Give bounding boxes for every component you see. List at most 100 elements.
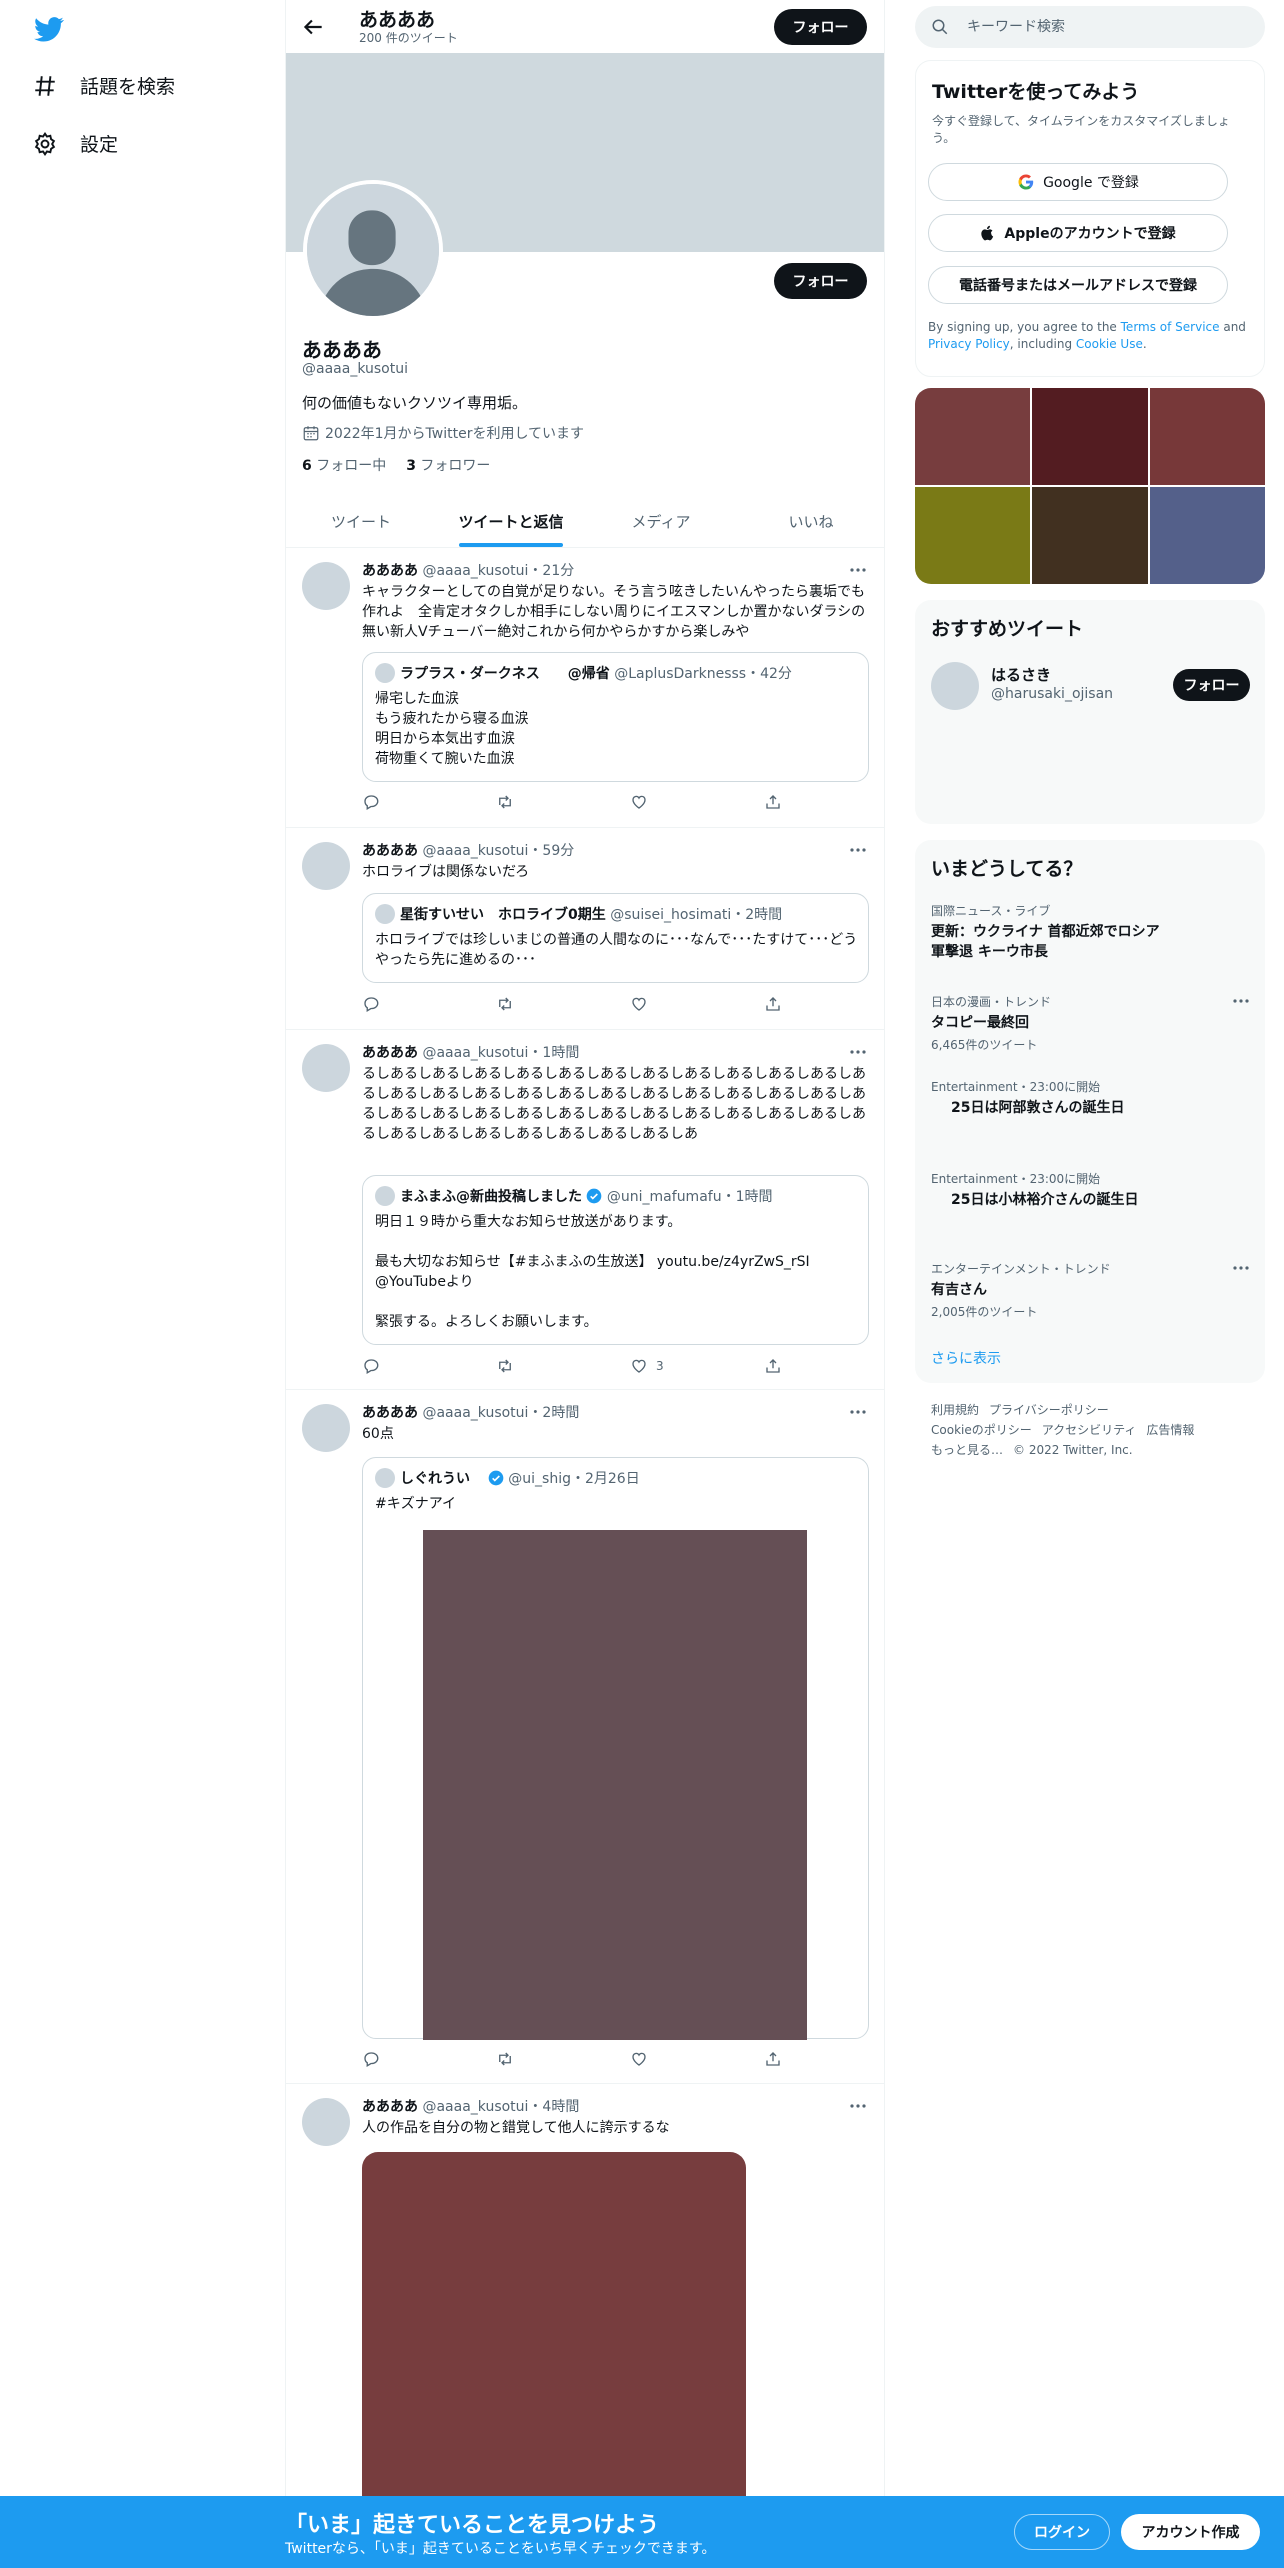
tab-tweets[interactable]: ツイート [286,496,436,547]
tweet-avatar[interactable] [302,1044,350,1092]
tab-tweets-and-replies[interactable]: ツイートと返信 [436,496,586,547]
google-signup-button[interactable]: Google で登録 [928,163,1228,201]
create-account-button[interactable]: アカウント作成 [1121,2514,1260,2550]
media-thumbnail[interactable] [1032,388,1148,485]
more-icon[interactable] [1231,1258,1251,1278]
login-button[interactable]: ログイン [1014,2514,1110,2550]
tab-media[interactable]: メディア [586,496,736,547]
tweet-author-name[interactable]: ああああ [362,1405,418,1421]
tweet-actions [362,995,792,1015]
footer-link[interactable]: もっと見る… [931,1443,1003,1457]
more-icon[interactable] [848,1042,868,1062]
nav-settings-label: 設定 [80,134,119,156]
tab-likes[interactable]: いいね [736,496,884,547]
footer-link[interactable]: 利用規約 [931,1403,979,1417]
show-more-link[interactable]: さらに表示 [931,1348,1001,1368]
quoted-tweet[interactable]: しぐれうい @ui_shig・2月26日 #キズナアイ [362,1457,869,2040]
media-thumbnail[interactable] [915,487,1031,584]
media-thumbnail[interactable] [1149,487,1265,584]
legal-and: and [1219,320,1246,334]
like-button[interactable] [630,995,656,1013]
reply-button[interactable] [362,793,380,811]
reply-button[interactable] [362,2050,380,2068]
recommended-follow-button[interactable]: フォロー [1173,669,1250,701]
more-icon[interactable] [1231,991,1251,1011]
trend-item[interactable]: 日本の漫画・トレンド タコピー最終回 6,465件のツイート [931,993,1251,1053]
media-thumbnail[interactable] [1032,487,1148,584]
search-box[interactable] [915,6,1265,48]
trend-item[interactable]: 国際ニュース・ライブ 更新：ウクライナ 首都近郊でロシア軍撃退 キーウ市長 [931,902,1251,962]
retweet-button[interactable] [496,793,514,811]
recommended-avatar[interactable] [931,662,979,710]
phone-email-signup-button[interactable]: 電話番号またはメールアドレスで登録 [928,266,1228,304]
apple-signup-button[interactable]: Appleのアカウントで登録 [928,214,1228,252]
header-follow-button[interactable]: フォロー [774,9,867,45]
quoted-tweet[interactable]: ラプラス・ダークネス @帰省 @LaplusDarknesss・42分 帰宅した… [362,652,869,782]
profile-follow-button[interactable]: フォロー [774,263,867,299]
reply-button[interactable] [362,995,380,1013]
recommended-name[interactable]: はるさき [991,664,1051,685]
trend-item[interactable]: Entertainment・23:00に開始 25日は小林裕介さんの誕生日 [931,1170,1251,1210]
like-button[interactable] [630,2050,656,2068]
search-input[interactable] [967,19,1227,35]
like-button[interactable] [630,793,656,811]
tweet-author-name[interactable]: ああああ [362,1045,418,1061]
more-icon[interactable] [848,2096,868,2116]
share-button[interactable] [764,793,782,811]
tweet-avatar[interactable] [302,562,350,610]
retweet-button[interactable] [496,995,514,1013]
quote-avatar [375,1186,395,1206]
share-button[interactable] [764,995,782,1013]
footer-link[interactable]: プライバシーポリシー [989,1403,1109,1417]
more-icon[interactable] [848,840,868,860]
privacy-link[interactable]: Privacy Policy [928,337,1010,351]
media-thumbnail[interactable] [915,388,1031,485]
tweet-item[interactable]: ああああ @aaaa_kusotui・2時間 60点 しぐれうい @ui_shi… [286,1390,884,2084]
twitter-logo-icon[interactable] [32,14,66,44]
tweet-avatar[interactable] [302,842,350,890]
tweet-avatar[interactable] [302,2098,350,2146]
back-arrow-icon[interactable] [300,14,326,40]
retweet-icon [499,1359,511,1373]
tweet-author-name[interactable]: ああああ [362,843,418,859]
footer-link[interactable]: アクセシビリティ [1042,1423,1137,1437]
media-thumbnail[interactable] [1149,388,1265,485]
tweet-text: るしあるしあるしあるしあるしあるしあるしあるしあるしあるしあるしあるしあるしある… [362,1066,866,1142]
share-button[interactable] [764,2050,782,2068]
trend-item[interactable]: エンターテインメント・トレンド 有吉さん 2,005件のツイート [931,1260,1251,1320]
retweet-icon [499,795,511,809]
tweet-item[interactable]: ああああ @aaaa_kusotui・59分 ホロライブは関係ないだろ 星街すい… [286,828,884,1030]
tweet-header: ああああ @aaaa_kusotui・4時間 [362,2096,579,2116]
footer-link[interactable]: 広告情報 [1146,1423,1194,1437]
tweet-author-name[interactable]: ああああ [362,563,418,579]
retweet-button[interactable] [496,2050,514,2068]
reply-button[interactable] [362,1357,380,1375]
followers-link[interactable]: 3 フォロワー [406,455,490,475]
nav-explore[interactable]: 話題を検索 [32,72,175,99]
more-icon[interactable] [848,1402,868,1422]
tweet-item[interactable]: ああああ @aaaa_kusotui・21分 キャラクターとしての自覚が足りない… [286,548,884,828]
share-button[interactable] [764,1357,782,1375]
tweet-author-name[interactable]: ああああ [362,2099,418,2115]
nav-settings[interactable]: 設定 [32,130,118,157]
legal-including: , including [1009,337,1076,351]
following-link[interactable]: 6 フォロー中 [302,455,386,475]
trend-name: 有吉さん [931,1282,987,1298]
quote-image[interactable] [423,1530,807,2040]
more-icon[interactable] [848,560,868,580]
profile-avatar[interactable] [303,180,443,320]
footer-link[interactable]: Cookieのポリシー [931,1423,1032,1437]
quoted-tweet[interactable]: まふまふ@新曲投稿しました @uni_mafumafu・1時間 明日１９時から重… [362,1175,869,1345]
quoted-tweet[interactable]: 星街すいせい ホロライブ0期生 @suisei_hosimati・2時間 ホロラ… [362,893,869,983]
terms-link[interactable]: Terms of Service [1121,320,1220,334]
tweet-item[interactable]: ああああ @aaaa_kusotui・1時間 るしあるしあるしあるしあるしあるし… [286,1030,884,1390]
cookie-link[interactable]: Cookie Use [1076,337,1143,351]
tweet-avatar[interactable] [302,1404,350,1452]
quote-meta: @suisei_hosimati・2時間 [610,907,783,923]
trend-item[interactable]: Entertainment・23:00に開始 25日は阿部敦さんの誕生日 [931,1078,1251,1118]
retweet-icon [499,2052,511,2066]
tweet-text: 60点 [362,1426,394,1442]
retweet-button[interactable] [496,1357,514,1375]
like-button[interactable]: 3 [630,1357,664,1375]
trend-count: 6,465件のツイート [931,1038,1038,1052]
